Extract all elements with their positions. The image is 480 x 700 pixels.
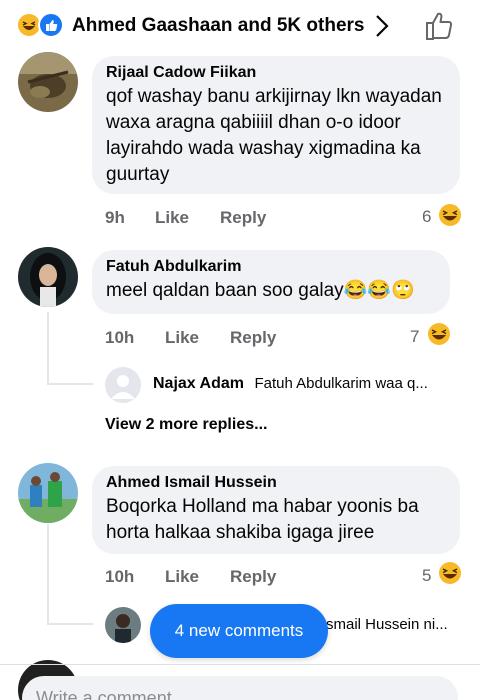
reply-button[interactable]: Reply (230, 328, 276, 348)
comment-time: 10h (105, 567, 135, 586)
avatar[interactable] (18, 463, 78, 523)
reply-text: smail Hussein ni... (326, 616, 448, 633)
like-button-icon[interactable] (422, 8, 458, 44)
comment-input[interactable] (22, 676, 458, 700)
reaction-count: 7 (410, 327, 420, 346)
reply-avatar[interactable] (105, 607, 141, 643)
comment-author[interactable]: Fatuh Abdulkarim (106, 258, 438, 276)
reactions-summary-text[interactable]: Ahmed Gaashaan and 5K others (72, 15, 364, 37)
like-button[interactable]: Like (155, 208, 189, 228)
reply-avatar[interactable] (105, 367, 141, 403)
view-more-replies-link[interactable]: View 2 more replies... (105, 416, 267, 434)
comment-bubble[interactable]: Ahmed Ismail Hussein Boqorka Holland ma … (92, 466, 460, 554)
reaction-count: 5 (422, 566, 432, 585)
comment-bubble[interactable]: Rijaal Cadow Fiikan qof washay banu arki… (92, 56, 460, 194)
like-button[interactable]: Like (165, 567, 199, 587)
thread-connector (47, 623, 93, 625)
avatar[interactable] (18, 52, 78, 112)
reply-author[interactable]: Najax Adam (153, 375, 244, 392)
haha-emoji-icon[interactable] (438, 561, 462, 585)
comment-time: 9h (105, 208, 125, 227)
reply-button[interactable]: Reply (220, 208, 266, 228)
haha-emoji-icon[interactable] (427, 322, 451, 346)
reply-preview[interactable]: Najax Adam Fatuh Abdulkarim waa q... (153, 375, 463, 393)
comment-text-row: meel qaldan baan soo galay😂😂🙄 (106, 278, 438, 304)
comment-author[interactable]: Ahmed Ismail Hussein (106, 474, 448, 492)
like-button[interactable]: Like (165, 328, 199, 348)
reply-text: Fatuh Abdulkarim waa q... (254, 375, 428, 392)
thread-connector (47, 383, 93, 385)
comment-text: qof washay banu arkijirnay lkn wayadan w… (106, 86, 442, 185)
haha-emoji-icon[interactable] (438, 203, 462, 227)
reply-preview[interactable]: smail Hussein ni... (326, 616, 460, 634)
thread-line (47, 524, 49, 624)
crying-laughing-emoji: 😂😂🙄 (343, 280, 415, 301)
reactions-header: Ahmed Gaashaan and 5K others (0, 0, 480, 52)
reaction-count: 6 (422, 207, 432, 226)
reaction-summary[interactable] (16, 12, 68, 40)
comment-composer[interactable] (22, 676, 458, 700)
comment-text: meel qaldan baan soo galay (106, 280, 344, 301)
avatar[interactable] (18, 247, 78, 307)
composer-divider (0, 664, 480, 665)
comment-text: Boqorka Holland ma habar yoonis ba horta… (106, 496, 419, 543)
comment-author[interactable]: Rijaal Cadow Fiikan (106, 64, 448, 82)
comment-bubble[interactable]: Fatuh Abdulkarim meel qaldan baan soo ga… (92, 250, 450, 314)
reply-button[interactable]: Reply (230, 567, 276, 587)
thread-line (47, 312, 49, 384)
like-reaction-icon (38, 12, 64, 38)
new-comments-button[interactable]: 4 new comments (150, 604, 328, 658)
chevron-right-icon[interactable] (372, 13, 392, 39)
comment-time: 10h (105, 328, 135, 347)
